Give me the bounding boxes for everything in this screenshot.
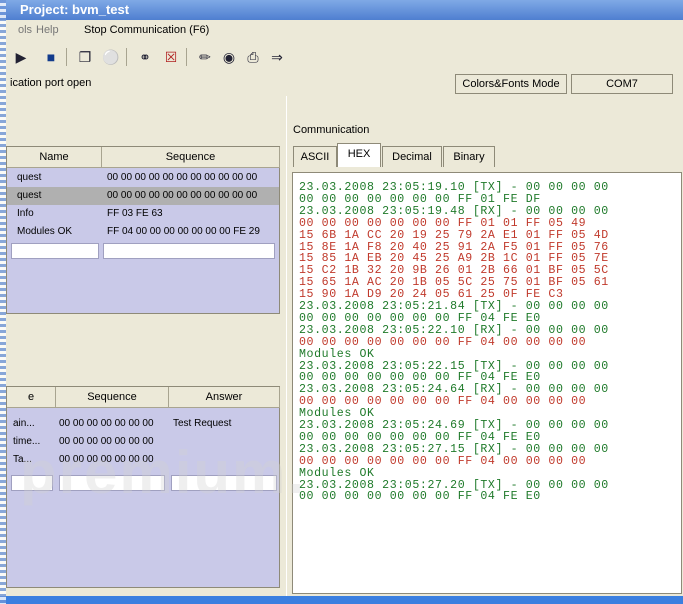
menu-bar: ols Help Stop Communication (F6) bbox=[0, 20, 683, 43]
toolbar-separator bbox=[66, 48, 67, 66]
table-row[interactable]: quest 00 00 00 00 00 00 00 00 00 00 00 bbox=[7, 169, 279, 187]
title-bar: Project: bvm_test bbox=[0, 0, 683, 20]
answer-col0: ain... bbox=[13, 418, 35, 429]
request-sequence: FF 03 FE 63 bbox=[107, 208, 163, 219]
table-row[interactable]: ain... 00 00 00 00 00 00 00 Test Request bbox=[7, 415, 279, 433]
tab-ascii[interactable]: ASCII bbox=[293, 146, 337, 167]
answer-sequence: 00 00 00 00 00 00 00 bbox=[59, 418, 154, 429]
image-icon[interactable]: ☒ bbox=[162, 48, 180, 66]
request-sequence: 00 00 00 00 00 00 00 00 00 00 00 bbox=[107, 190, 258, 201]
camera-icon[interactable]: ◉ bbox=[220, 48, 238, 66]
window-left-edge bbox=[0, 0, 6, 604]
table-row[interactable]: quest 00 00 00 00 00 00 00 00 00 00 00 bbox=[7, 187, 279, 205]
request-name: quest bbox=[17, 172, 42, 183]
binoculars-icon[interactable]: ⚭ bbox=[136, 48, 154, 66]
com-port-indicator: COM7 bbox=[571, 74, 673, 94]
answer-text: Test Request bbox=[173, 418, 232, 429]
stop-icon[interactable]: ■ bbox=[42, 48, 60, 66]
communication-label: Communication bbox=[293, 124, 370, 136]
request-name: quest bbox=[17, 190, 42, 201]
key-icon[interactable]: ⚪ bbox=[102, 48, 120, 66]
new-row-sequence-input[interactable] bbox=[103, 243, 275, 259]
toolbar-separator bbox=[126, 48, 127, 66]
answers-header-col0[interactable]: e bbox=[7, 387, 56, 408]
requests-header-name[interactable]: Name bbox=[7, 147, 102, 168]
status-text: ication port open bbox=[10, 77, 92, 89]
communication-log[interactable]: 23.03.2008 23:05:19.10 [TX] - 00 00 00 0… bbox=[292, 172, 682, 594]
tab-decimal[interactable]: Decimal bbox=[382, 146, 442, 167]
left-panel: Name Sequence quest 00 00 00 00 00 00 00… bbox=[0, 96, 286, 596]
table-row[interactable]: Info FF 03 FE 63 bbox=[7, 205, 279, 223]
menu-help[interactable]: Help bbox=[36, 24, 59, 36]
play-icon[interactable]: ▶ bbox=[12, 48, 30, 66]
requests-header-sequence[interactable]: Sequence bbox=[102, 147, 280, 168]
request-name: Info bbox=[17, 208, 34, 219]
request-sequence: 00 00 00 00 00 00 00 00 00 00 00 bbox=[107, 172, 258, 183]
table-row[interactable]: Modules OK FF 04 00 00 00 00 00 00 00 FE… bbox=[7, 223, 279, 241]
bottom-border bbox=[0, 596, 683, 604]
log-line: 00 00 00 00 00 00 00 FF 04 FE E0 bbox=[299, 490, 541, 504]
printer-icon[interactable]: ⎙ bbox=[244, 48, 262, 66]
watermark: premium. bbox=[20, 439, 307, 506]
tab-binary[interactable]: Binary bbox=[443, 146, 495, 167]
window-title: Project: bvm_test bbox=[20, 2, 130, 17]
answers-header-answer[interactable]: Answer bbox=[169, 387, 280, 408]
request-sequence: FF 04 00 00 00 00 00 00 00 FE 29 bbox=[107, 226, 260, 237]
request-name: Modules OK bbox=[17, 226, 73, 237]
toolbar-separator bbox=[186, 48, 187, 66]
copy-icon[interactable]: ❐ bbox=[76, 48, 94, 66]
toolbar: ▶ ■ ❐ ⚪ ⚭ ☒ ✏ ◉ ⎙ ⇒ bbox=[0, 42, 683, 73]
menu-stop-communication[interactable]: Stop Communication (F6) bbox=[84, 24, 209, 36]
answers-header-sequence[interactable]: Sequence bbox=[56, 387, 169, 408]
tab-hex[interactable]: HEX bbox=[337, 143, 381, 167]
status-bar: ication port open Colors&Fonts Mode COM7 bbox=[0, 72, 683, 96]
menu-tools[interactable]: ols bbox=[18, 24, 32, 36]
export-icon[interactable]: ⇒ bbox=[268, 48, 286, 66]
requests-table: Name Sequence quest 00 00 00 00 00 00 00… bbox=[6, 146, 280, 314]
colors-fonts-mode-indicator: Colors&Fonts Mode bbox=[455, 74, 567, 94]
text-icon[interactable]: ✏ bbox=[196, 48, 214, 66]
new-row-name-input[interactable] bbox=[11, 243, 99, 259]
